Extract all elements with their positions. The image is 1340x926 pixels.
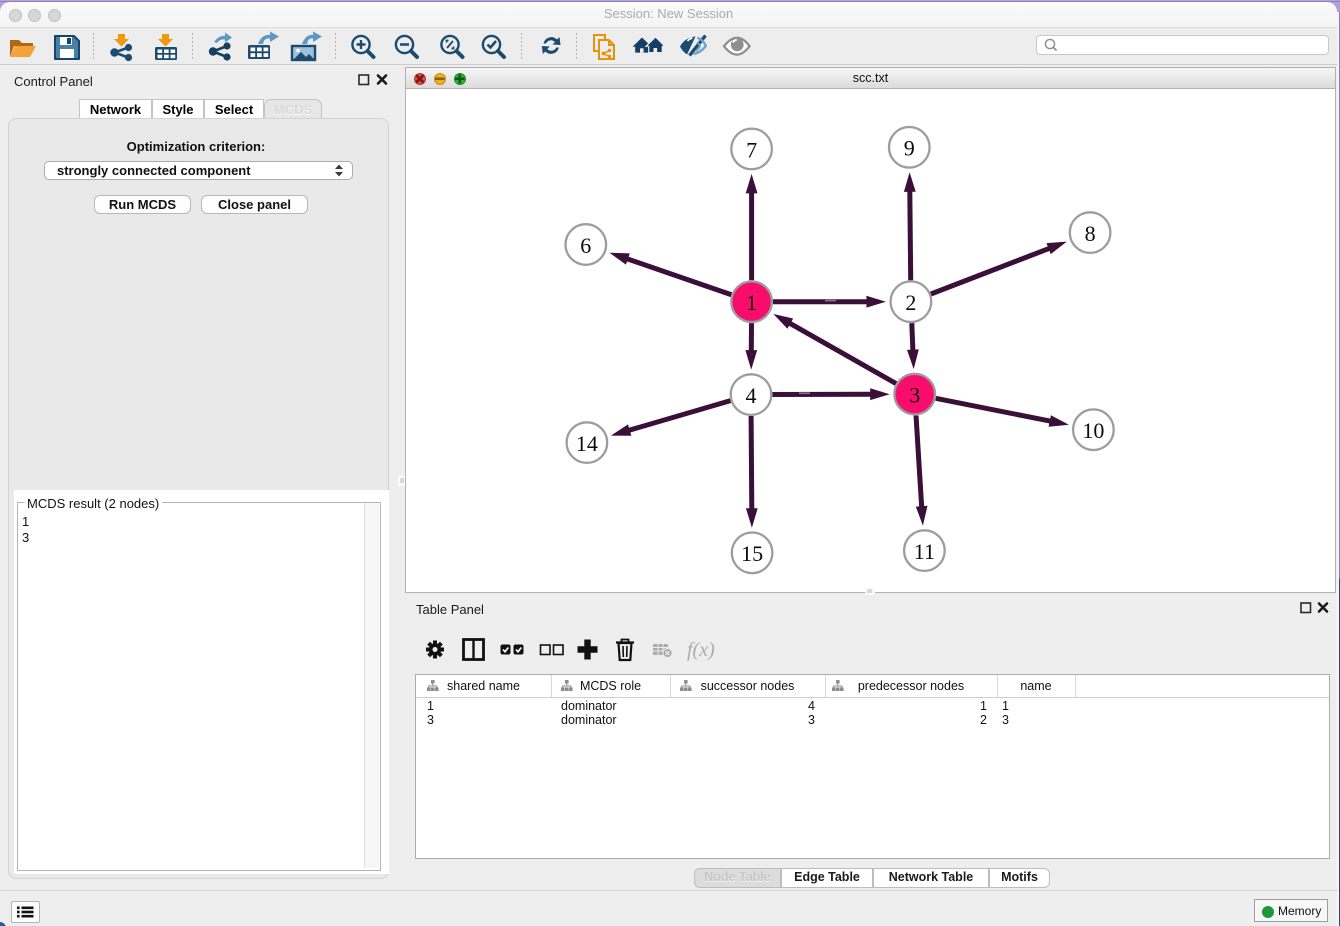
svg-text:7: 7 bbox=[746, 137, 757, 162]
svg-text:1: 1 bbox=[746, 290, 757, 315]
svg-text:4: 4 bbox=[746, 383, 757, 408]
svg-text:8: 8 bbox=[1085, 221, 1096, 246]
svg-text:2: 2 bbox=[905, 290, 916, 315]
svg-text:14: 14 bbox=[576, 431, 598, 456]
svg-text:9: 9 bbox=[904, 136, 915, 161]
svg-text:11: 11 bbox=[914, 539, 935, 564]
svg-text:f(x): f(x) bbox=[687, 639, 715, 661]
svg-text:10: 10 bbox=[1082, 418, 1104, 443]
svg-text:3: 3 bbox=[909, 383, 920, 408]
svg-text:15: 15 bbox=[741, 541, 763, 566]
svg-text:6: 6 bbox=[580, 233, 591, 258]
